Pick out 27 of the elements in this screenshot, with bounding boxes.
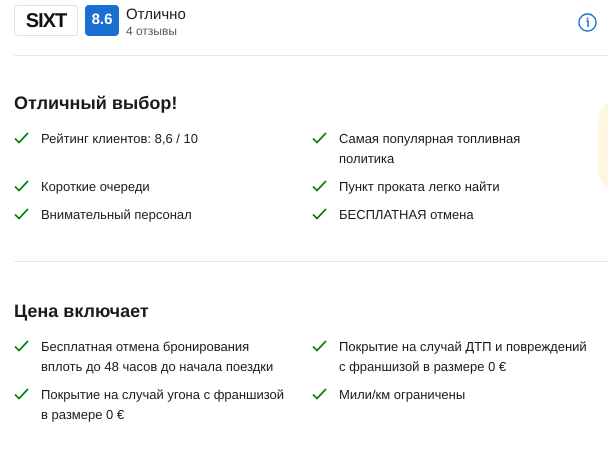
check-icon <box>14 388 29 400</box>
feature-text: Мили/км ограничены <box>339 386 466 404</box>
score-badge: 8.6 <box>85 5 119 36</box>
review-count: 4 отзывы <box>126 24 178 38</box>
check-icon <box>14 180 29 192</box>
check-icon <box>312 180 327 192</box>
feature-text: Внимательный персонал <box>41 206 193 224</box>
section-title: Отличный выбор! <box>14 92 178 115</box>
check-icon <box>14 208 29 220</box>
feature-text: Короткие очереди <box>41 178 151 196</box>
rating-label: Отлично <box>126 6 186 24</box>
feature-text: БЕСПЛАТНАЯ отмена <box>339 206 475 224</box>
check-icon <box>14 132 29 144</box>
feature-text: Покрытие на случай ДТП и повреждений с франшизой в размере 0 € <box>339 338 588 376</box>
section-title: Цена включает <box>14 300 150 323</box>
feature-text: Бесплатная отмена бронирования вплоть до 48 часов до начала поездки <box>41 338 274 376</box>
feature-text: Рейтинг клиентов: 8,6 / 10 <box>41 130 199 148</box>
check-icon <box>312 340 327 352</box>
feature-text: Пункт проката легко найти <box>339 178 501 196</box>
feature-text: Самая популярная топливная политика <box>339 130 522 168</box>
check-icon <box>312 388 327 400</box>
info-icon[interactable] <box>578 13 597 32</box>
company-logo: SIXT <box>14 5 78 36</box>
feature-text: Покрытие на случай угона с франшизой в размере 0 € <box>41 386 286 424</box>
check-icon <box>14 340 29 352</box>
check-icon <box>312 132 327 144</box>
check-icon <box>312 208 327 220</box>
